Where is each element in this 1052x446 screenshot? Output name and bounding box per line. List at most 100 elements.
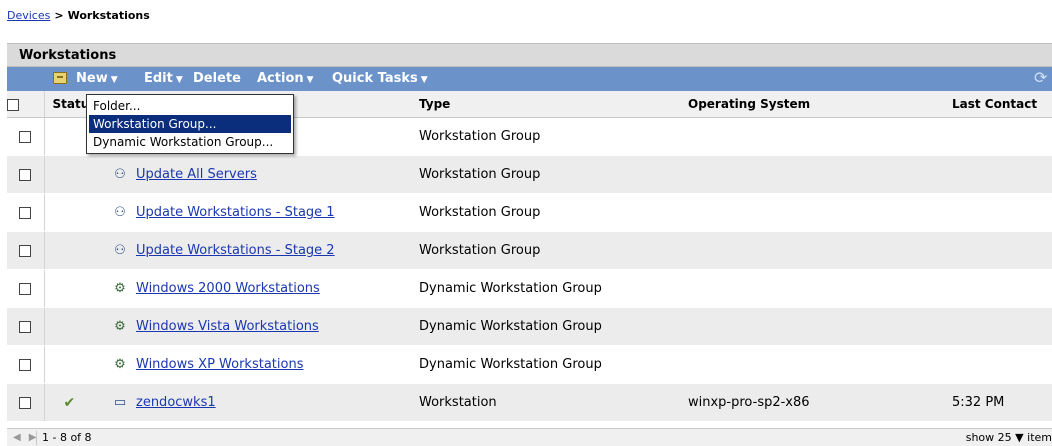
row-checkbox-cell (7, 383, 45, 422)
os-cell (688, 193, 952, 232)
edit-menu-label: Edit (144, 71, 173, 86)
chevron-down-icon: ▼ (110, 75, 118, 85)
show-label: show (965, 431, 995, 444)
chevron-down-icon: ▼ (175, 75, 183, 85)
action-menu[interactable]: Action ▼ (257, 67, 314, 92)
menu-item-folder[interactable]: Folder... (89, 97, 291, 115)
last-contact-cell (952, 269, 1052, 308)
os-cell (688, 269, 952, 308)
row-checkbox[interactable] (19, 130, 32, 143)
item-name-link[interactable]: Windows 2000 Workstations (136, 281, 320, 296)
folder-up-icon[interactable] (53, 72, 67, 84)
name-cell: ⚙ Windows XP Workstations (104, 345, 419, 384)
status-cell: ✔ (44, 383, 104, 422)
page-size-control[interactable]: show 25 ▼ item (966, 429, 1052, 446)
item-name-link[interactable]: Update Workstations - Stage 2 (136, 243, 335, 258)
new-menu-dropdown: Folder... Workstation Group... Dynamic W… (86, 94, 294, 154)
row-checkbox[interactable] (19, 396, 32, 409)
os-cell (688, 345, 952, 384)
refresh-icon[interactable]: ⟳ (1034, 70, 1050, 86)
chevron-down-icon: ▼ (420, 75, 428, 85)
row-checkbox-cell (7, 345, 45, 384)
table-row[interactable]: ✔ ▭ zendocwks1 Workstation winxp-pro-sp2-… (7, 383, 1052, 422)
delete-button[interactable]: Delete (193, 67, 241, 91)
column-header-os[interactable]: Operating System (688, 91, 952, 118)
item-name-link[interactable]: Windows Vista Workstations (136, 319, 319, 334)
last-contact-cell (952, 155, 1052, 194)
column-header-type[interactable]: Type (419, 91, 688, 118)
page-size-value: 25 (997, 431, 1012, 444)
table-row[interactable]: ⚇ Update Workstations - Stage 1 Workstati… (7, 193, 1052, 232)
row-checkbox-cell (7, 307, 45, 346)
group-icon: ⚇ (114, 242, 126, 258)
os-cell: winxp-pro-sp2-x86 (688, 383, 952, 422)
item-name-link[interactable]: Windows XP Workstations (136, 357, 303, 372)
item-name-link[interactable]: Update Workstations - Stage 1 (136, 205, 335, 220)
quick-tasks-menu[interactable]: Quick Tasks ▼ (332, 67, 428, 92)
name-cell: ⚇ Update Workstations - Stage 1 (104, 193, 419, 232)
select-all-checkbox[interactable] (7, 98, 19, 111)
toolbar: New ▼ Edit ▼ Delete Action ▼ Quick Tasks ▼ ⟳ (7, 67, 1052, 91)
last-contact-cell (952, 345, 1052, 384)
row-checkbox[interactable] (19, 282, 32, 295)
last-contact-cell (952, 193, 1052, 232)
status-cell (44, 231, 104, 270)
item-name-link[interactable]: zendocwks1 (136, 395, 216, 410)
last-contact-cell (952, 307, 1052, 346)
row-checkbox-cell (7, 117, 45, 156)
name-cell: ▭ zendocwks1 (104, 383, 419, 422)
table-row[interactable]: ⚇ Update All Servers Workstation Group (7, 155, 1052, 194)
type-cell: Dynamic Workstation Group (419, 345, 688, 384)
status-cell (44, 155, 104, 194)
quick-tasks-menu-label: Quick Tasks (332, 71, 418, 86)
table-row[interactable]: ⚙ Windows XP Workstations Dynamic Worksta… (7, 345, 1052, 384)
dynamic-group-icon: ⚙ (114, 356, 126, 372)
row-checkbox[interactable] (19, 320, 32, 333)
last-contact-cell (952, 117, 1052, 156)
row-checkbox-cell (7, 269, 45, 308)
table-row[interactable]: ⚙ Windows Vista Workstations Dynamic Work… (7, 307, 1052, 346)
pager-nav: ◀ ▶ (13, 429, 44, 446)
group-icon: ⚇ (114, 166, 126, 182)
prev-page-icon[interactable]: ◀ (13, 432, 21, 443)
workstation-icon: ▭ (113, 394, 127, 410)
items-label: item (1027, 431, 1052, 444)
chevron-down-icon: ▼ (1015, 431, 1024, 444)
type-cell: Workstation Group (419, 155, 688, 194)
status-ok-icon: ✔ (63, 394, 76, 411)
type-cell: Workstation Group (419, 231, 688, 270)
dynamic-group-icon: ⚙ (114, 280, 126, 296)
row-checkbox[interactable] (19, 168, 32, 181)
action-menu-label: Action (257, 71, 304, 86)
name-cell: ⚇ Update Workstations - Stage 2 (104, 231, 419, 270)
row-checkbox[interactable] (19, 358, 32, 371)
os-cell (688, 307, 952, 346)
name-cell: ⚙ Windows 2000 Workstations (104, 269, 419, 308)
menu-item-dynamic-workstation-group[interactable]: Dynamic Workstation Group... (89, 133, 291, 151)
page-range: 1 - 8 of 8 (36, 429, 92, 446)
status-cell (44, 193, 104, 232)
type-cell: Workstation Group (419, 193, 688, 232)
row-checkbox-cell (7, 155, 45, 194)
breadcrumb: Devices > Workstations (7, 9, 150, 22)
edit-menu[interactable]: Edit ▼ (144, 67, 183, 92)
menu-item-workstation-group[interactable]: Workstation Group... (89, 115, 291, 133)
status-cell (44, 345, 104, 384)
breadcrumb-devices-link[interactable]: Devices (7, 9, 50, 22)
table-footer: ◀ ▶ 1 - 8 of 8 show 25 ▼ item (7, 428, 1052, 446)
breadcrumb-separator: > (54, 9, 64, 22)
panel-title: Workstations (7, 43, 1052, 67)
new-menu[interactable]: New ▼ (76, 67, 118, 92)
type-cell: Dynamic Workstation Group (419, 307, 688, 346)
item-name-link[interactable]: Update All Servers (136, 167, 257, 182)
row-checkbox[interactable] (19, 206, 32, 219)
row-checkbox[interactable] (19, 244, 32, 257)
type-cell: Dynamic Workstation Group (419, 269, 688, 308)
chevron-down-icon: ▼ (306, 75, 314, 85)
column-header-last-contact[interactable]: Last Contact (952, 91, 1052, 118)
table-row[interactable]: ⚙ Windows 2000 Workstations Dynamic Works… (7, 269, 1052, 308)
row-checkbox-cell (7, 193, 45, 232)
os-cell (688, 155, 952, 194)
status-cell (44, 269, 104, 308)
table-row[interactable]: ⚇ Update Workstations - Stage 2 Workstati… (7, 231, 1052, 270)
